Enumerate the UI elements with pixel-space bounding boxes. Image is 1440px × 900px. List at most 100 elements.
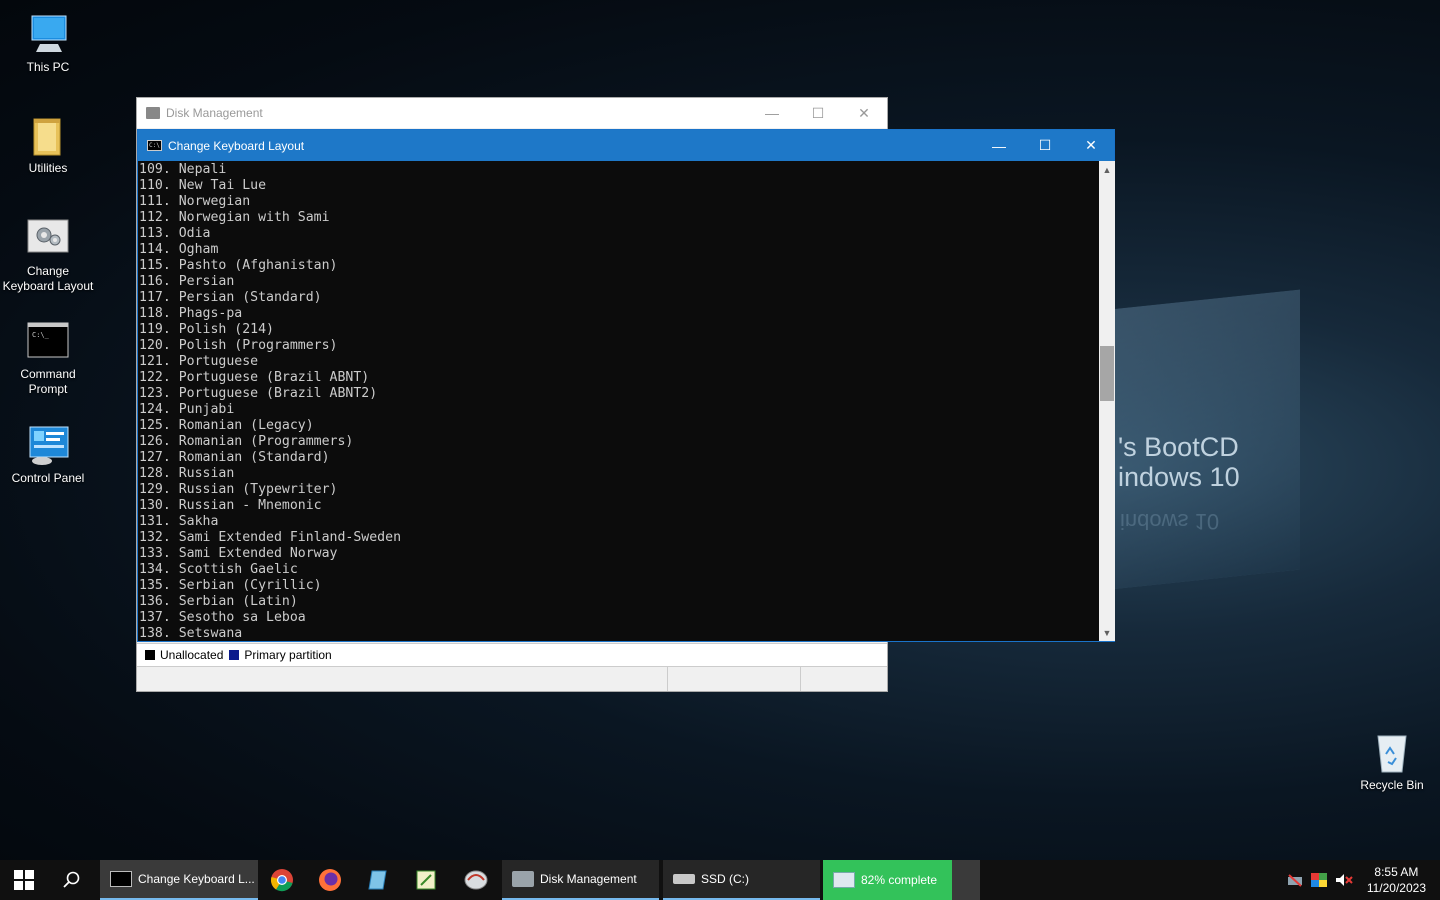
taskbar-network-app[interactable] <box>450 860 502 900</box>
clock-date: 11/20/2023 <box>1366 881 1426 895</box>
display-settings-icon[interactable] <box>1310 873 1327 887</box>
console-line: 127. Romanian (Standard) <box>139 450 330 465</box>
clock[interactable]: 8:55 AM 11/20/2023 <box>1359 864 1440 896</box>
maximize-button[interactable]: ☐ <box>795 98 841 128</box>
desktop-icon-label: Change Keyboard Layout <box>2 264 94 293</box>
legend-label-primary: Primary partition <box>244 648 332 662</box>
status-pane <box>668 667 801 691</box>
console-line: 124. Punjabi <box>139 402 235 417</box>
desktop-icon-label: This PC <box>26 60 70 74</box>
volume-muted-icon[interactable] <box>1335 873 1353 887</box>
taskbar-notepad-app[interactable] <box>354 860 402 900</box>
wallpaper-text-line2: indows 10 <box>1118 462 1240 492</box>
console-line: 123. Portuguese (Brazil ABNT2) <box>139 386 378 401</box>
wallpaper-text-reflection: indows 10 <box>1120 509 1220 534</box>
scroll-up-arrow-icon[interactable]: ▲ <box>1099 161 1115 178</box>
taskbar-firefox[interactable] <box>306 860 354 900</box>
taskbar-app-copy-progress[interactable]: 82% complete <box>823 860 980 900</box>
status-pane <box>137 667 668 691</box>
taskbar-editor-app[interactable] <box>402 860 450 900</box>
console-line: 138. Setswana <box>139 626 243 641</box>
window-title: Change Keyboard Layout <box>168 138 305 153</box>
console-line: 132. Sami Extended Finland-Sweden <box>139 530 402 545</box>
taskbar-app-label: Disk Management <box>540 872 637 886</box>
console-line: 119. Polish (214) <box>139 322 274 337</box>
firefox-icon <box>319 869 341 891</box>
recycle-bin-icon <box>1370 730 1414 774</box>
desktop-icon-change-keyboard-layout[interactable]: Change Keyboard Layout <box>0 216 96 294</box>
desktop-icon-recycle-bin[interactable]: Recycle Bin <box>1344 730 1440 793</box>
status-bar <box>137 667 887 691</box>
console-line: 118. Phags-pa <box>139 306 243 321</box>
console-line: 125. Romanian (Legacy) <box>139 418 314 433</box>
document-icon <box>368 870 387 890</box>
change-keyboard-layout-window[interactable]: C:\ Change Keyboard Layout — ☐ ✕ 109. Ne… <box>137 129 1115 642</box>
console-line: 137. Sesotho sa Leboa <box>139 610 306 625</box>
taskbar-app-label: 82% complete <box>861 873 938 887</box>
desktop-icon-this-pc[interactable]: This PC <box>0 12 96 75</box>
console-line: 116. Persian <box>139 274 235 289</box>
network-tool-icon <box>464 870 488 890</box>
wallpaper-text: 's BootCD indows 10 <box>1118 432 1240 492</box>
console-line: 114. Ogham <box>139 242 219 257</box>
window-title: Disk Management <box>166 106 263 120</box>
desktop-icon-control-panel[interactable]: Control Panel <box>0 423 96 486</box>
console-line: 121. Portuguese <box>139 354 259 369</box>
scrollbar-thumb[interactable] <box>1100 346 1114 401</box>
copy-progress-icon <box>833 872 855 888</box>
console-output[interactable]: 109. Nepali 110. New Tai Lue 111. Norwegia… <box>138 161 1099 641</box>
monitor-icon <box>26 12 70 56</box>
legend-swatch-primary <box>229 650 240 660</box>
minimize-button[interactable]: — <box>749 98 795 128</box>
status-pane <box>801 667 887 691</box>
console-line: 109. Nepali <box>139 162 227 177</box>
disk-management-titlebar[interactable]: Disk Management — ☐ ✕ <box>137 98 887 128</box>
start-button[interactable] <box>0 860 48 900</box>
console-icon <box>110 871 132 887</box>
network-icon[interactable] <box>1287 873 1303 887</box>
taskbar-app-label: Change Keyboard L... <box>138 872 255 886</box>
desktop-icon-label: Recycle Bin <box>1360 778 1424 792</box>
console-line: 135. Serbian (Cyrillic) <box>139 578 322 593</box>
control-panel-icon <box>26 423 70 467</box>
disk-management-icon <box>146 107 160 119</box>
clock-time: 8:55 AM <box>1374 865 1419 879</box>
svg-text:C:\_: C:\_ <box>32 331 50 339</box>
minimize-button[interactable]: — <box>976 130 1022 161</box>
partition-legend: Unallocated Primary partition <box>137 643 887 667</box>
console-line: 133. Sami Extended Norway <box>139 546 338 561</box>
console-icon: C:\ <box>147 140 162 151</box>
close-button[interactable]: ✕ <box>841 98 887 128</box>
console-line: 129. Russian (Typewriter) <box>139 482 338 497</box>
console-line: 126. Romanian (Programmers) <box>139 434 354 449</box>
taskbar-chrome[interactable] <box>258 860 306 900</box>
console-line: 110. New Tai Lue <box>139 178 267 193</box>
taskbar-app-ssd-c[interactable]: SSD (C:) <box>663 860 820 900</box>
gear-settings-icon <box>26 216 70 260</box>
taskbar: Change Keyboard L... Disk Management SSD… <box>0 860 1440 900</box>
taskbar-app-change-keyboard-layout[interactable]: Change Keyboard L... <box>100 860 258 900</box>
console-titlebar[interactable]: C:\ Change Keyboard Layout — ☐ ✕ <box>138 130 1114 161</box>
console-line: 112. Norwegian with Sami <box>139 210 330 225</box>
console-line: 131. Sakha <box>139 514 219 529</box>
taskbar-app-disk-management[interactable]: Disk Management <box>502 860 659 900</box>
system-tray: 8:55 AM 11/20/2023 <box>1287 860 1440 900</box>
chrome-icon <box>270 869 293 892</box>
desktop-icon-command-prompt[interactable]: C:\_ Command Prompt <box>0 319 96 397</box>
console-line: 113. Odia <box>139 226 211 241</box>
console-line: 128. Russian <box>139 466 235 481</box>
taskbar-app-label: SSD (C:) <box>701 872 749 886</box>
maximize-button[interactable]: ☐ <box>1022 130 1068 161</box>
console-line: 122. Portuguese (Brazil ABNT) <box>139 370 370 385</box>
desktop-icon-label: Utilities <box>28 161 68 175</box>
edit-document-icon <box>416 870 436 890</box>
vertical-scrollbar[interactable]: ▲ ▼ <box>1099 161 1115 641</box>
wallpaper-text-line1: 's BootCD <box>1118 432 1239 462</box>
close-button[interactable]: ✕ <box>1068 130 1114 161</box>
desktop-icon-utilities[interactable]: Utilities <box>0 113 96 176</box>
console-line: 111. Norwegian <box>139 194 251 209</box>
legend-swatch-unallocated <box>145 650 155 660</box>
console-line: 130. Russian - Mnemonic <box>139 498 322 513</box>
scroll-down-arrow-icon[interactable]: ▼ <box>1099 624 1115 641</box>
search-button[interactable] <box>48 860 96 900</box>
